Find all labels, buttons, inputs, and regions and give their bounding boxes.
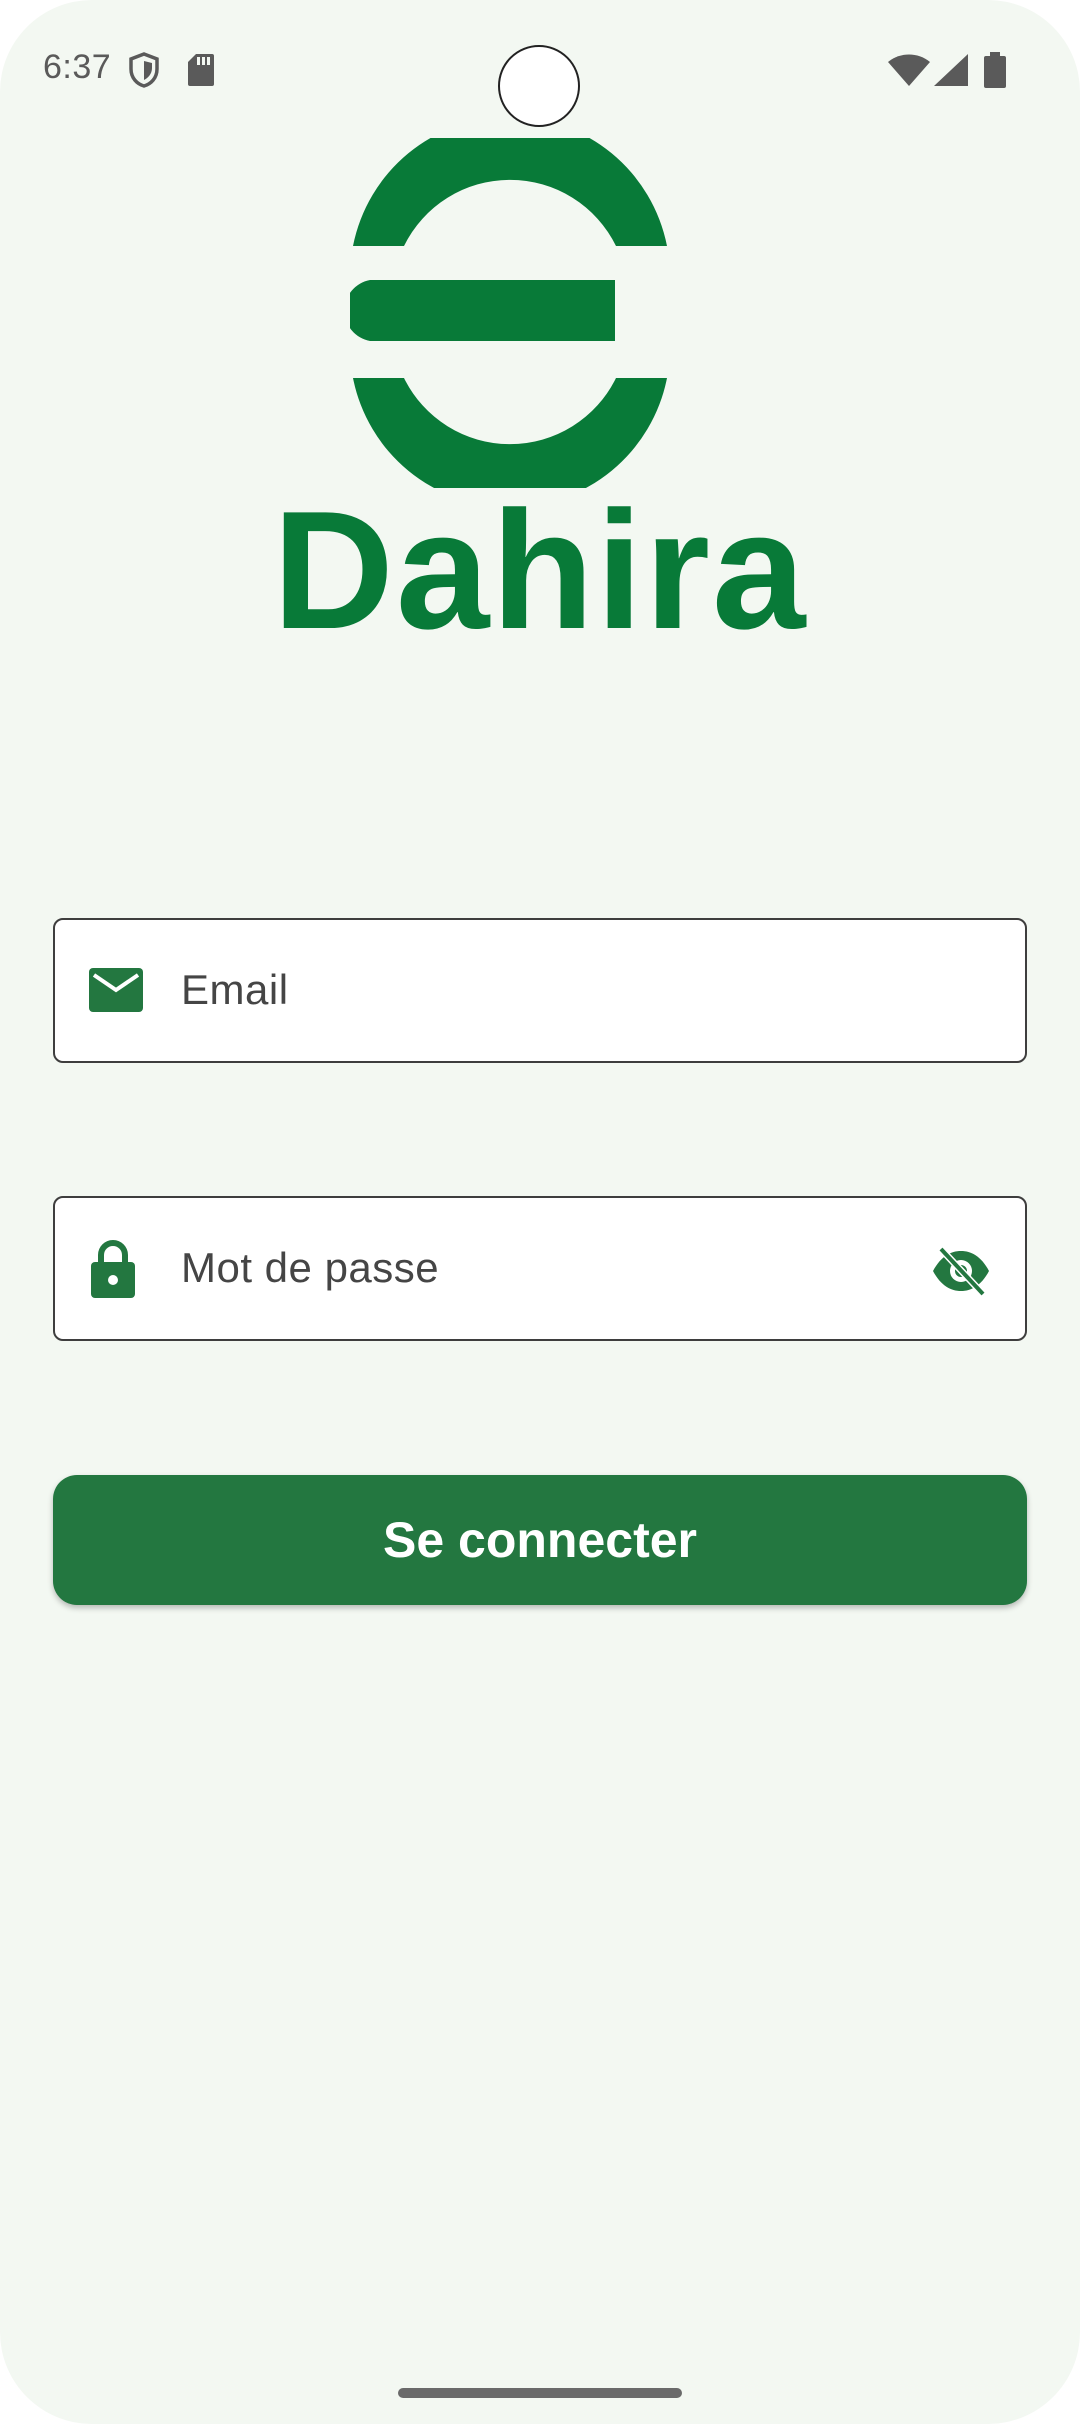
shield-icon [128,52,160,93]
brand-name: Dahira [272,476,808,664]
email-placeholder: Email [181,966,289,1013]
password-placeholder: Mot de passe [181,1244,440,1291]
battery-icon [984,52,1006,93]
email-field[interactable]: Email [53,918,1027,1063]
mail-icon [89,968,143,1017]
wifi-icon [888,54,930,91]
visibility-off-icon[interactable] [931,1246,991,1301]
sd-card-icon [188,54,214,91]
login-button[interactable]: Se connecter [53,1475,1027,1605]
login-screen: 6:37 Dahira Email Mot de passe Se connec… [0,0,1080,2424]
signal-icon [934,54,968,91]
status-time: 6:37 [43,48,112,86]
password-field[interactable]: Mot de passe [53,1196,1027,1341]
home-indicator[interactable] [398,2388,682,2398]
dahira-logo-icon [344,116,670,508]
lock-icon [89,1240,137,1303]
camera-cutout [498,45,580,127]
